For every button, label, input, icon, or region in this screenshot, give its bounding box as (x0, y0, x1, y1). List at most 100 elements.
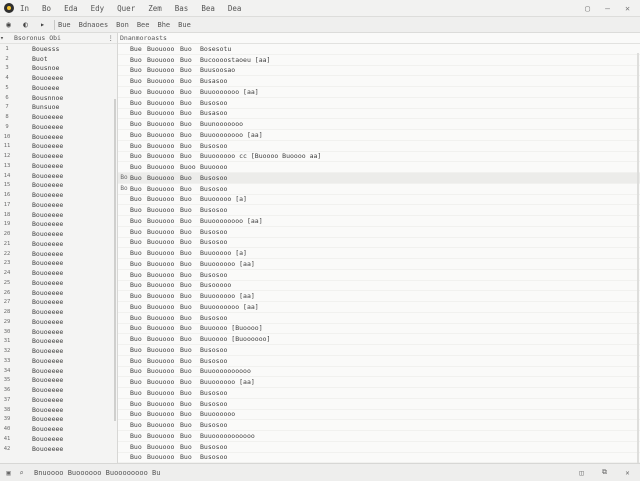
menu-item[interactable]: Dea (228, 4, 242, 13)
menu-item[interactable]: Zem (148, 4, 162, 13)
left-list-item[interactable]: 41 Bouoeeee (0, 434, 117, 444)
menu-item[interactable]: In (20, 4, 29, 13)
menu-item[interactable]: Bea (201, 4, 215, 13)
toolbar-item[interactable]: Bue (58, 21, 71, 29)
table-row[interactable]: Buo Buouooo Buoo Buuoooo (118, 162, 640, 173)
left-list-item[interactable]: 42 Bouoeeee (0, 444, 117, 454)
menu-item[interactable]: Quer (117, 4, 135, 13)
table-row[interactable]: Buo Buouooo Buo Buuoooooooooo (118, 367, 640, 378)
menu-item[interactable]: Edy (91, 4, 105, 13)
table-row[interactable]: Buo Buouooo Buo Buuoooooo cc [Buoooo Buoooo… (118, 152, 640, 163)
left-list-item[interactable]: 33 Bouoeeee (0, 356, 117, 366)
table-row[interactable]: Buo Buouooo Buo Busosoo (118, 442, 640, 453)
left-list-item[interactable]: 5 Bouoeee (0, 83, 117, 93)
left-list-item[interactable]: 28 Bouoeeee (0, 307, 117, 317)
minimize-icon[interactable]: – (603, 4, 612, 13)
left-list-item[interactable]: 40 Bouoeeee (0, 424, 117, 434)
left-list-item[interactable]: 19 Bouoeeee (0, 220, 117, 230)
left-list-item[interactable]: 27 Bouoeeee (0, 298, 117, 308)
left-list-item[interactable]: 7 Bunsuoe (0, 103, 117, 113)
stop-icon[interactable]: ▸ (38, 20, 47, 29)
table-row[interactable]: Buo Buouooo Buo Buuooooo [a] (118, 248, 640, 259)
table-row[interactable]: Buo Buouooo Buo Buuoooo [Buoooo] (118, 324, 640, 335)
table-row[interactable]: Buo Buouooo Buo Busosoo (118, 388, 640, 399)
camera-icon[interactable]: ▣ (4, 468, 13, 477)
menu-item[interactable]: Bas (175, 4, 189, 13)
toolbar-item[interactable]: Bdnaoes (79, 21, 109, 29)
left-list-item[interactable]: 10 Bouoeeee (0, 132, 117, 142)
close-icon[interactable]: ✕ (623, 468, 632, 477)
toolbar-item[interactable]: Bue (178, 21, 191, 29)
left-list-item[interactable]: 14 Bouoeeee (0, 171, 117, 181)
left-list-item[interactable]: 31 Bouoeeee (0, 337, 117, 347)
table-row[interactable]: Buo Buouooo Buo Buuoooooooo [aa] (118, 130, 640, 141)
table-row[interactable]: Buo Buouooo Buo Busosoo (118, 356, 640, 367)
table-row[interactable]: Buo Buouooo Buo Buuoooo [Buoooooo] (118, 334, 640, 345)
table-row[interactable]: Buo Buouooo Buo Buuooooooo [aa] (118, 302, 640, 313)
left-list-item[interactable]: 12 Bouoeeee (0, 151, 117, 161)
left-list-item[interactable]: 16 Bouoeeee (0, 190, 117, 200)
filter-icon[interactable]: ⌕ (17, 468, 26, 477)
table-row[interactable]: Buo Buouooo Buo Busosoo (118, 345, 640, 356)
table-row[interactable]: Buo Buouooo Buo Buusoosao (118, 66, 640, 77)
toolbar-item[interactable]: Bon (116, 21, 129, 29)
table-row[interactable]: Buo Buouooo Buo Busasoo (118, 109, 640, 120)
left-list-item[interactable]: 38 Bouoeeee (0, 405, 117, 415)
left-list-item[interactable]: 35 Bouoeeee (0, 376, 117, 386)
table-row[interactable]: Buo Buouooo Buo Buuoooooo (118, 410, 640, 421)
left-list-item[interactable]: 25 Bouoeeee (0, 278, 117, 288)
table-row[interactable]: Bo Buo Buouooo Buo Busosoo (118, 173, 640, 184)
left-list-item[interactable]: 36 Bouoeeee (0, 385, 117, 395)
left-list-item[interactable]: 13 Bouoeeee (0, 161, 117, 171)
table-row[interactable]: Buo Buouooo Buo Busosoo (118, 420, 640, 431)
left-list-item[interactable]: 34 Bouoeeee (0, 366, 117, 376)
table-row[interactable]: Bo Buo Buouooo Buo Busosoo (118, 184, 640, 195)
left-list-item[interactable]: 37 Bouoeeee (0, 395, 117, 405)
left-list-item[interactable]: 15 Bouoeeee (0, 181, 117, 191)
table-row[interactable]: Buo Buouooo Buo Buuooooooo [aa] (118, 87, 640, 98)
left-list-item[interactable]: 2 Buot (0, 54, 117, 64)
menu-item[interactable]: Eda (64, 4, 78, 13)
left-list-item[interactable]: 20 Bouoeeee (0, 229, 117, 239)
table-row[interactable]: Buo Buouooo Buo Busosoo (118, 227, 640, 238)
table-row[interactable]: Buo Buouooo Buo Busosoo (118, 205, 640, 216)
table-row[interactable]: Buo Buouooo Buo Busasoo (118, 76, 640, 87)
table-row[interactable]: Buo Buouooo Buo Busosoo (118, 399, 640, 410)
table-row[interactable]: Buo Buouooo Buo Buuoooooo [aa] (118, 259, 640, 270)
collapse-icon[interactable]: ▾ (0, 34, 14, 42)
left-list-item[interactable]: 3 Bousnoe (0, 64, 117, 74)
table-row[interactable]: Buo Buouooo Buo Buunooooooo (118, 119, 640, 130)
left-list-item[interactable]: 1 Bouesss (0, 44, 117, 54)
left-list-item[interactable]: 8 Bouoeeee (0, 112, 117, 122)
left-list-item[interactable]: 11 Bouoeeee (0, 142, 117, 152)
left-scrollbar[interactable] (114, 99, 116, 421)
table-row[interactable]: Buo Buouooo Buo Busooooo (118, 281, 640, 292)
split-icon[interactable]: ⧉ (600, 468, 609, 477)
toolbar-item[interactable]: Bhe (157, 21, 170, 29)
left-list-item[interactable]: 39 Bouoeeee (0, 415, 117, 425)
panel-menu-icon[interactable]: ⋮ (108, 34, 115, 42)
left-list-item[interactable]: 21 Bouoeeee (0, 239, 117, 249)
table-row[interactable]: Buo Buouooo Buo Busosoo (118, 453, 640, 463)
table-row[interactable]: Buo Buouooo Buo Buuoooooo [aa] (118, 291, 640, 302)
left-list-item[interactable]: 29 Bouoeeee (0, 317, 117, 327)
right-scrollbar[interactable] (637, 53, 639, 463)
table-row[interactable]: Buo Buouooo Buo Busosoo (118, 270, 640, 281)
left-list-item[interactable]: 4 Bouoeeee (0, 73, 117, 83)
table-row[interactable]: Buo Buouooo Buo Busosoo (118, 238, 640, 249)
info-icon[interactable]: ◫ (577, 468, 586, 477)
table-row[interactable]: Buo Buouooo Buo Bucoooostaoeu [aa] (118, 55, 640, 66)
close-icon[interactable]: ✕ (623, 4, 632, 13)
left-list-item[interactable]: 26 Bouoeeee (0, 288, 117, 298)
left-list-item[interactable]: 22 Bouoeeee (0, 249, 117, 259)
back-icon[interactable]: ◉ (4, 20, 13, 29)
left-list-item[interactable]: 9 Bouoeeee (0, 122, 117, 132)
left-list-item[interactable]: 17 Bouoeeee (0, 200, 117, 210)
table-row[interactable]: Buo Buouooo Buo Busosoo (118, 98, 640, 109)
left-list-item[interactable]: 30 Bouoeeee (0, 327, 117, 337)
table-row[interactable]: Bue Buouooo Buo Bosesotu (118, 44, 640, 55)
window-menu-icon[interactable]: ▢ (583, 4, 592, 13)
left-list-item[interactable]: 32 Bouoeeee (0, 346, 117, 356)
menu-item[interactable]: Bo (42, 4, 51, 13)
table-row[interactable]: Buo Buouooo Buo Buuoooooo [aa] (118, 377, 640, 388)
